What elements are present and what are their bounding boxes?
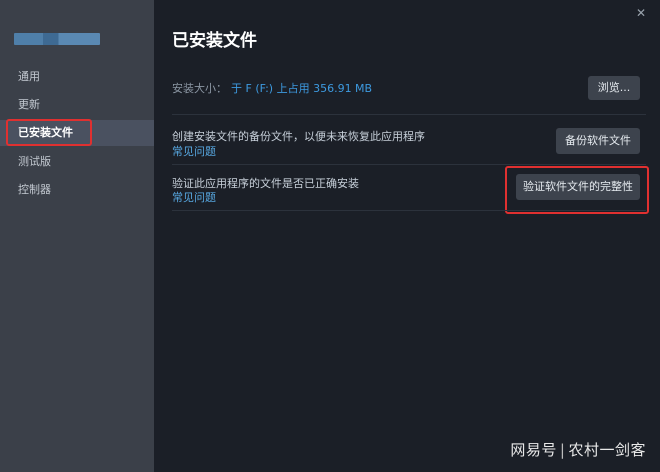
sidebar-item-label: 控制器 [18, 183, 51, 196]
game-title-blurred [14, 33, 100, 45]
sidebar-item-betas[interactable]: 测试版 [0, 149, 154, 175]
install-size-label: 安装大小： [172, 82, 227, 95]
backup-description: 创建安装文件的备份文件，以便未来恢复此应用程序 [172, 130, 425, 143]
divider [172, 114, 646, 115]
watermark: 网易号 | 农村一剑客 [510, 439, 646, 460]
page-title: 已安装文件 [172, 31, 257, 51]
watermark-right: 农村一剑客 [568, 441, 646, 459]
divider [172, 210, 646, 211]
install-size-value: 于 F (F:) 上占用 356.91 MB [231, 82, 373, 95]
watermark-left: 网易号 [510, 441, 557, 459]
browse-button[interactable]: 浏览... [588, 76, 640, 100]
sidebar-item-label: 通用 [18, 70, 40, 83]
annotation-highlight-verify-button [505, 166, 649, 214]
backup-files-button[interactable]: 备份软件文件 [556, 128, 640, 154]
close-icon[interactable]: ✕ [634, 6, 648, 20]
settings-sidebar: 通用 更新 已安装文件 测试版 控制器 [0, 0, 154, 472]
sidebar-item-general[interactable]: 通用 [0, 64, 154, 90]
sidebar-item-updates[interactable]: 更新 [0, 92, 154, 118]
install-size-row: 安装大小： 于 F (F:) 上占用 356.91 MB [172, 80, 372, 96]
verify-faq-link[interactable]: 常见问题 [172, 189, 216, 205]
sidebar-item-controller[interactable]: 控制器 [0, 177, 154, 203]
annotation-highlight-installed-files [6, 119, 92, 146]
watermark-separator: | [559, 441, 566, 459]
divider [172, 164, 646, 165]
sidebar-item-label: 测试版 [18, 155, 51, 168]
sidebar-item-label: 更新 [18, 98, 40, 111]
backup-faq-link[interactable]: 常见问题 [172, 143, 216, 159]
